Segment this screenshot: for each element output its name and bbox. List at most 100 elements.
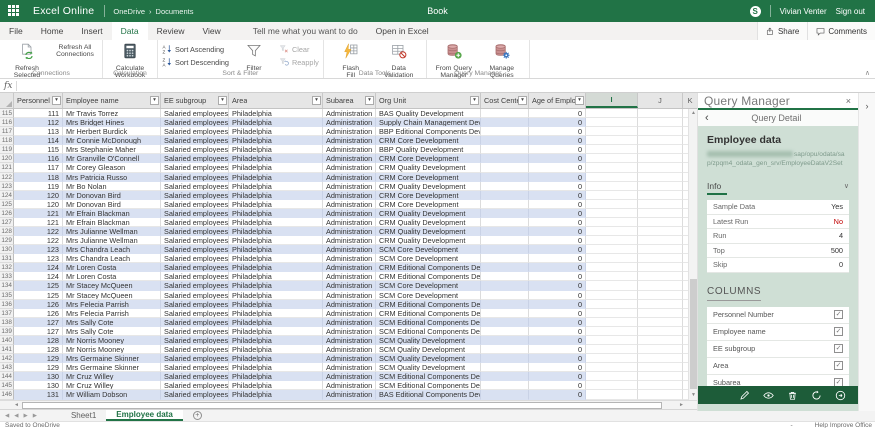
sort-ascending-button[interactable]: AZSort Ascending — [162, 44, 229, 55]
cell-i[interactable] — [586, 381, 638, 390]
cell-subgroup[interactable]: Salaried employees — [161, 154, 229, 163]
cell-name[interactable]: Mrs Bridget Hines — [63, 118, 161, 127]
cell-area[interactable]: Philadelphia — [229, 372, 323, 381]
cell-age[interactable]: 0 — [529, 345, 586, 354]
cell-subgroup[interactable]: Salaried employees — [161, 300, 229, 309]
cell-i[interactable] — [586, 354, 638, 363]
cell-age[interactable]: 0 — [529, 191, 586, 200]
cell-name[interactable]: Mr Cruz Willey — [63, 381, 161, 390]
cell-subgroup[interactable]: Salaried employees — [161, 218, 229, 227]
cell-cost[interactable] — [481, 245, 529, 254]
column-header-j[interactable]: J — [638, 93, 683, 108]
cell-j[interactable] — [638, 318, 683, 327]
cell-i[interactable] — [586, 372, 638, 381]
filter-age-button[interactable]: ▾ — [575, 96, 584, 105]
cell-area[interactable]: Philadelphia — [229, 209, 323, 218]
cell-org[interactable]: CRM Core Development — [376, 200, 481, 209]
cell-subarea[interactable]: Administration — [323, 390, 376, 399]
row-header[interactable]: 135 — [0, 291, 14, 300]
cell-subarea[interactable]: Administration — [323, 209, 376, 218]
cell-cost[interactable] — [481, 191, 529, 200]
share-button[interactable]: Share — [757, 22, 807, 40]
cell-org[interactable]: CRM Quality Development — [376, 227, 481, 236]
cell-name[interactable]: Mr Norris Mooney — [63, 345, 161, 354]
cell-j[interactable] — [638, 390, 683, 399]
cell-cost[interactable] — [481, 254, 529, 263]
cell-name[interactable]: Mr Stacey McQueen — [63, 281, 161, 290]
filter-area-button[interactable]: ▾ — [312, 96, 321, 105]
cell-subgroup[interactable]: Salaried employees — [161, 345, 229, 354]
cell-age[interactable]: 0 — [529, 327, 586, 336]
cell-name[interactable]: Mrs Felecia Parrish — [63, 300, 161, 309]
cell-subgroup[interactable]: Salaried employees — [161, 272, 229, 281]
cell-cost[interactable] — [481, 390, 529, 399]
cell-i[interactable] — [586, 263, 638, 272]
cell-j[interactable] — [638, 136, 683, 145]
cell-personnel[interactable]: 127 — [14, 318, 63, 327]
cell-subarea[interactable]: Administration — [323, 163, 376, 172]
cell-j[interactable] — [638, 272, 683, 281]
cell-age[interactable]: 0 — [529, 336, 586, 345]
cell-area[interactable]: Philadelphia — [229, 390, 323, 399]
row-header[interactable]: 141 — [0, 345, 14, 354]
cell-org[interactable]: SCM Quality Development — [376, 336, 481, 345]
cell-i[interactable] — [586, 173, 638, 182]
formula-input[interactable] — [17, 79, 875, 92]
cell-age[interactable]: 0 — [529, 173, 586, 182]
tab-insert[interactable]: Insert — [72, 22, 111, 40]
cell-org[interactable]: SCM Quality Development — [376, 345, 481, 354]
column-header-age[interactable]: Age of Employee▾ — [529, 93, 586, 108]
cell-name[interactable]: Mrs Julianne Wellman — [63, 227, 161, 236]
row-header[interactable]: 132 — [0, 263, 14, 272]
cell-personnel[interactable]: 128 — [14, 336, 63, 345]
cell-j[interactable] — [638, 245, 683, 254]
cell-personnel[interactable]: 131 — [14, 390, 63, 399]
comments-button[interactable]: Comments — [807, 22, 875, 40]
cell-i[interactable] — [586, 336, 638, 345]
cell-i[interactable] — [586, 127, 638, 136]
row-header[interactable]: 125 — [0, 200, 14, 209]
cell-j[interactable] — [638, 173, 683, 182]
cell-subgroup[interactable]: Salaried employees — [161, 281, 229, 290]
cell-cost[interactable] — [481, 200, 529, 209]
cell-j[interactable] — [638, 163, 683, 172]
cell-area[interactable]: Philadelphia — [229, 345, 323, 354]
cell-subarea[interactable]: Administration — [323, 145, 376, 154]
cell-area[interactable]: Philadelphia — [229, 109, 323, 118]
cell-name[interactable]: Mr Donovan Bird — [63, 200, 161, 209]
cell-area[interactable]: Philadelphia — [229, 127, 323, 136]
cell-org[interactable]: CRM Core Development — [376, 154, 481, 163]
row-header[interactable]: 127 — [0, 218, 14, 227]
cell-age[interactable]: 0 — [529, 145, 586, 154]
cell-subgroup[interactable]: Salaried employees — [161, 209, 229, 218]
cell-subarea[interactable]: Administration — [323, 272, 376, 281]
delete-button[interactable] — [787, 390, 798, 401]
cell-subgroup[interactable]: Salaried employees — [161, 390, 229, 399]
cell-org[interactable]: CRM Quality Development — [376, 218, 481, 227]
skype-presence-icon[interactable]: S — [750, 6, 761, 17]
cell-area[interactable]: Philadelphia — [229, 236, 323, 245]
row-header[interactable]: 134 — [0, 281, 14, 290]
row-header[interactable]: 128 — [0, 227, 14, 236]
cell-j[interactable] — [638, 336, 683, 345]
cell-name[interactable]: Mrs Sally Cote — [63, 327, 161, 336]
horizontal-scrollbar[interactable]: ◄ ► — [0, 400, 697, 409]
cell-name[interactable]: Mrs Stephanie Maher — [63, 145, 161, 154]
sheet-tab-sheet1[interactable]: Sheet1 — [61, 410, 106, 421]
cell-area[interactable]: Philadelphia — [229, 227, 323, 236]
row-header[interactable]: 121 — [0, 163, 14, 172]
checkbox-ee-subgroup[interactable]: ✓ — [834, 344, 843, 353]
row-header[interactable]: 144 — [0, 372, 14, 381]
cell-area[interactable]: Philadelphia — [229, 327, 323, 336]
expand-pane-button[interactable]: › — [862, 101, 872, 111]
cell-personnel[interactable]: 129 — [14, 363, 63, 372]
cell-j[interactable] — [638, 291, 683, 300]
cell-age[interactable]: 0 — [529, 318, 586, 327]
cell-cost[interactable] — [481, 182, 529, 191]
cell-i[interactable] — [586, 390, 638, 399]
cell-name[interactable]: Mr Corey Gleason — [63, 163, 161, 172]
cell-area[interactable]: Philadelphia — [229, 118, 323, 127]
cell-i[interactable] — [586, 200, 638, 209]
cell-name[interactable]: Mr Granville O'Connell — [63, 154, 161, 163]
cell-age[interactable]: 0 — [529, 127, 586, 136]
